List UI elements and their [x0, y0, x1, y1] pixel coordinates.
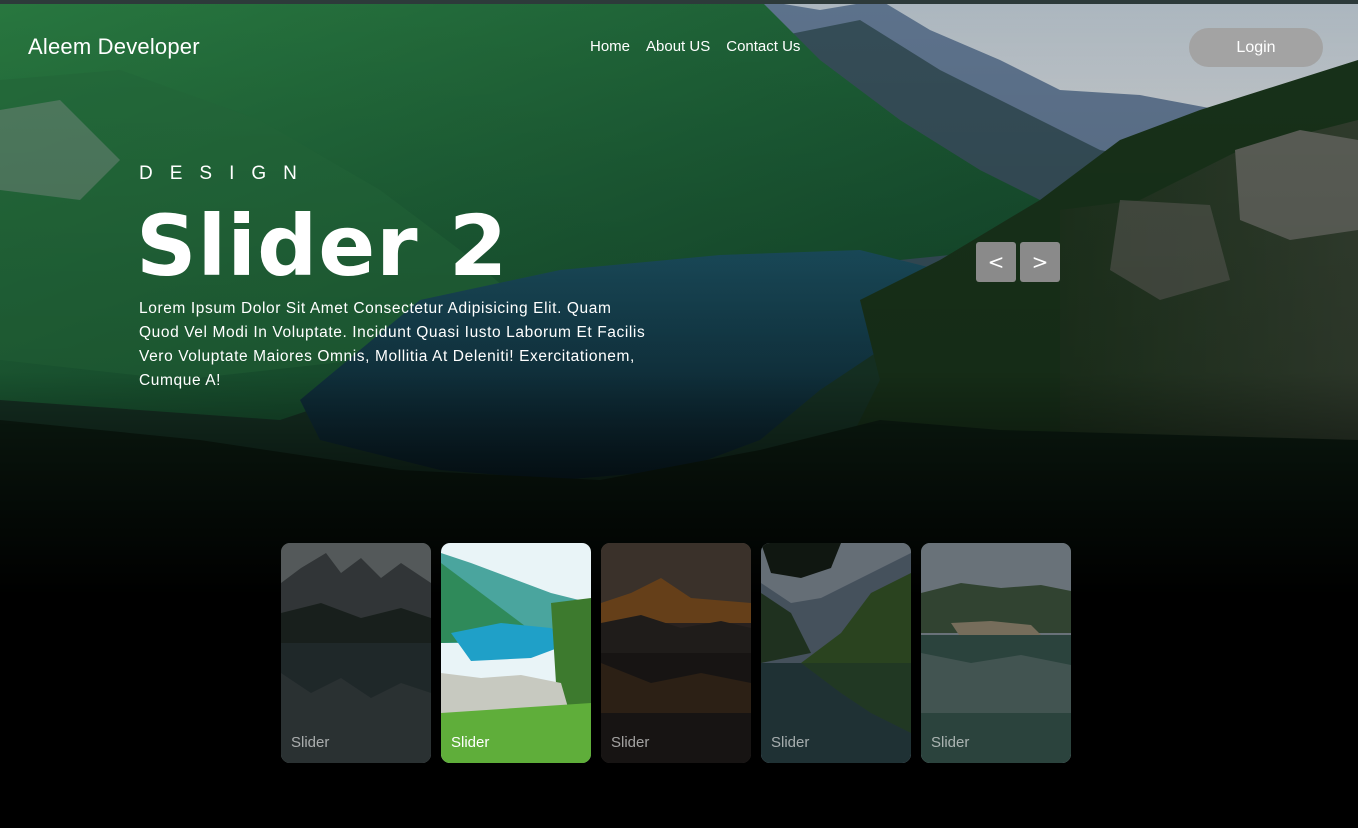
slide-eyebrow: DESIGN — [139, 163, 314, 184]
nav-item-about-us[interactable]: About US — [646, 38, 710, 55]
thumbnail-4[interactable]: Slider — [761, 543, 911, 763]
thumbnail-overlay — [761, 543, 911, 763]
chevron-left-icon: < — [987, 250, 1005, 274]
thumbnail-5[interactable]: Slider — [921, 543, 1071, 763]
thumbnail-caption: Slider — [291, 734, 330, 751]
thumbnail-caption: Slider — [611, 734, 650, 751]
thumbnail-overlay — [441, 543, 591, 763]
nav-item-contact-us[interactable]: Contact Us — [726, 38, 800, 55]
top-border — [0, 0, 1358, 4]
brand-logo[interactable]: Aleem Developer — [28, 34, 200, 60]
thumbnail-caption: Slider — [451, 734, 490, 751]
slide-title: Slider 2 — [136, 197, 509, 295]
thumbnail-overlay — [921, 543, 1071, 763]
thumbnail-overlay — [601, 543, 751, 763]
prev-slide-button[interactable]: < — [976, 242, 1016, 282]
thumbnail-overlay — [281, 543, 431, 763]
thumbnail-strip: Slider Slider Slider Slider Slider — [281, 543, 1071, 763]
main-nav: Home About US Contact Us — [590, 38, 800, 55]
slide-description: Lorem Ipsum Dolor Sit Amet Consectetur A… — [139, 300, 646, 389]
slider-page: Aleem Developer Home About US Contact Us… — [0, 0, 1358, 828]
next-slide-button[interactable]: > — [1020, 242, 1060, 282]
login-button[interactable]: Login — [1189, 28, 1323, 67]
thumbnail-2[interactable]: Slider — [441, 543, 591, 763]
thumbnail-1[interactable]: Slider — [281, 543, 431, 763]
thumbnail-caption: Slider — [931, 734, 970, 751]
nav-item-home[interactable]: Home — [590, 38, 630, 55]
thumbnail-caption: Slider — [771, 734, 810, 751]
chevron-right-icon: > — [1031, 250, 1049, 274]
thumbnail-3[interactable]: Slider — [601, 543, 751, 763]
